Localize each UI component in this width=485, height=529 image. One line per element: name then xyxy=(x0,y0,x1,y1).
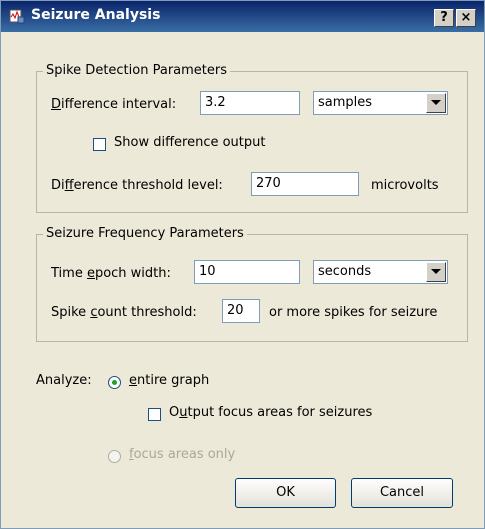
threshold-level-input[interactable]: 270 xyxy=(251,172,359,196)
difference-interval-unit-value: samples xyxy=(318,95,373,110)
spike-detection-group-title: Spike Detection Parameters xyxy=(43,63,231,78)
analyze-label: Analyze: xyxy=(36,373,92,388)
window-title: Seizure Analysis xyxy=(31,7,161,23)
threshold-level-label: Difference threshold level: xyxy=(51,178,223,193)
help-button[interactable]: ? xyxy=(434,9,454,27)
ok-button[interactable]: OK xyxy=(235,478,336,508)
difference-interval-unit-select[interactable]: samples xyxy=(313,91,448,115)
app-icon xyxy=(9,8,25,24)
threshold-unit-label: microvolts xyxy=(371,178,439,193)
show-difference-label: Show difference output xyxy=(114,135,266,150)
time-epoch-unit-select[interactable]: seconds xyxy=(313,260,448,284)
difference-interval-input[interactable]: 3.2 xyxy=(200,91,300,115)
chevron-down-icon[interactable] xyxy=(426,93,446,113)
entire-graph-label: entire graph xyxy=(129,373,210,388)
close-button[interactable]: × xyxy=(456,9,476,27)
time-epoch-input[interactable]: 10 xyxy=(194,260,300,284)
show-difference-checkbox[interactable] xyxy=(93,138,106,151)
output-focus-label: Output focus areas for seizures xyxy=(169,405,373,420)
spike-count-suffix: or more spikes for seizure xyxy=(269,305,438,320)
seizure-frequency-group: Seizure Frequency Parameters xyxy=(36,226,468,342)
time-epoch-unit-value: seconds xyxy=(318,264,372,279)
focus-areas-only-radio[interactable] xyxy=(108,450,121,463)
chevron-down-icon[interactable] xyxy=(426,262,446,282)
entire-graph-radio[interactable] xyxy=(108,376,121,389)
difference-interval-label: Difference interval: xyxy=(51,97,177,112)
spike-count-input[interactable]: 20 xyxy=(222,299,260,323)
output-focus-checkbox[interactable] xyxy=(148,408,161,421)
radio-selected-dot xyxy=(112,380,117,385)
spike-count-label: Spike count threshold: xyxy=(51,305,197,320)
focus-areas-only-label: focus areas only xyxy=(129,447,236,462)
title-bar: Seizure Analysis ? × xyxy=(1,1,484,32)
seizure-frequency-group-title: Seizure Frequency Parameters xyxy=(43,226,247,241)
cancel-button[interactable]: Cancel xyxy=(351,478,453,508)
seizure-analysis-dialog: Seizure Analysis ? × Spike Detection Par… xyxy=(0,0,485,529)
time-epoch-label: Time epoch width: xyxy=(51,266,171,281)
